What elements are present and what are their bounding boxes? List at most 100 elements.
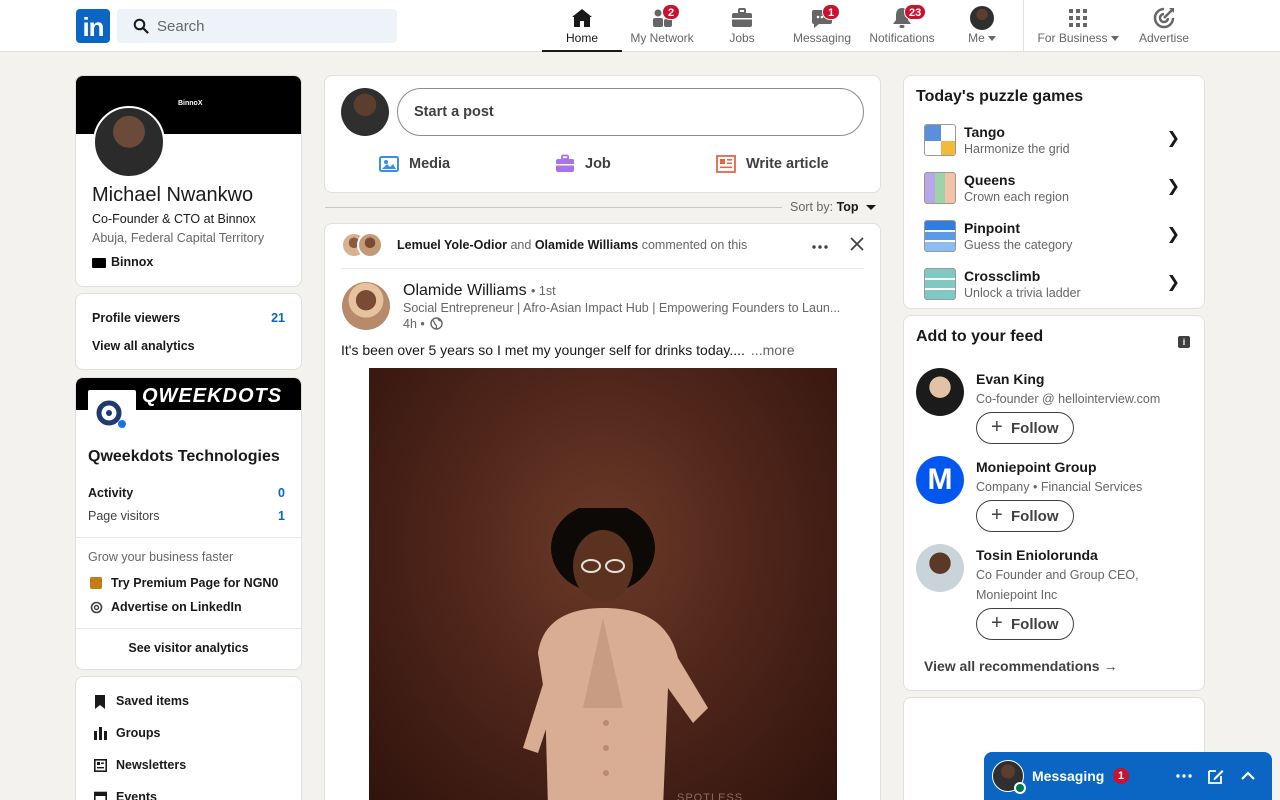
events-link[interactable]: Events: [116, 790, 157, 800]
post-composer: Start a post Media Job Write article: [324, 75, 881, 193]
context-person-a[interactable]: Lemuel Yole-Odior: [397, 238, 507, 252]
advertise-icon: [90, 601, 103, 614]
post-image[interactable]: SPOTLESS: [369, 368, 837, 800]
follow-moniepoint-button[interactable]: + Follow: [976, 500, 1074, 532]
follow-label: Follow: [1011, 615, 1059, 633]
profile-name[interactable]: Michael Nwankwo: [92, 184, 253, 207]
add-to-feed-title: Add to your feed: [916, 328, 1044, 345]
advertise-linkedin-link[interactable]: Advertise on LinkedIn: [111, 600, 242, 614]
nav-notifications-label: Notifications: [869, 31, 935, 45]
game-tango-name: Tango: [964, 124, 1005, 140]
rec-avatar-tosin[interactable]: [916, 544, 964, 592]
game-queens[interactable]: Queens Crown each region ❯: [916, 168, 1192, 212]
game-tango[interactable]: Tango Harmonize the grid ❯: [916, 120, 1192, 164]
qweekdots-logo-icon[interactable]: [88, 390, 136, 438]
profile-company-text: Binnox: [111, 255, 154, 269]
job-button[interactable]: Job: [555, 154, 675, 174]
rec-sub-moniepoint: Company • Financial Services: [976, 480, 1143, 494]
page-activity-label[interactable]: Activity: [88, 486, 133, 500]
messaging-overlay[interactable]: Messaging 1: [984, 752, 1272, 800]
chevron-up-icon[interactable]: [1238, 766, 1258, 786]
follow-tosin-button[interactable]: + Follow: [976, 608, 1074, 640]
info-icon[interactable]: i: [1178, 336, 1190, 348]
groups-icon: [94, 727, 107, 740]
profile-viewers-label[interactable]: Profile viewers: [92, 311, 180, 325]
rec-sub-evan-king: Co-founder @ hellointerview.com: [976, 392, 1161, 406]
game-crossclimb-name: Crossclimb: [964, 268, 1041, 284]
nav-notifications[interactable]: 23 Notifications: [862, 0, 942, 52]
profile-title: Co-Founder & CTO at Binnox: [92, 212, 256, 226]
more-options-icon[interactable]: [811, 238, 829, 256]
author-avatar[interactable]: [342, 282, 390, 330]
see-visitor-analytics-link[interactable]: See visitor analytics: [76, 641, 301, 655]
page-name[interactable]: Qweekdots Technologies: [88, 448, 280, 466]
linkedin-logo-icon[interactable]: in: [76, 9, 110, 43]
compose-icon[interactable]: [1206, 766, 1226, 786]
image-caption: SPOTLESS: [677, 792, 744, 800]
sort-divider: [325, 207, 782, 208]
nav-me[interactable]: Me: [942, 0, 1022, 52]
chevron-right-icon: ❯: [1166, 178, 1180, 195]
start-post-button[interactable]: Start a post: [397, 88, 864, 136]
view-analytics-link[interactable]: View all analytics: [92, 339, 195, 353]
nav-advertise[interactable]: Advertise: [1124, 0, 1204, 52]
company-logo-icon: [92, 257, 106, 268]
game-pinpoint[interactable]: Pinpoint Guess the category ❯: [916, 216, 1192, 260]
media-button[interactable]: Media: [379, 154, 519, 174]
chevron-down-icon: [866, 205, 877, 211]
context-avatar[interactable]: [357, 232, 383, 258]
nav-for-business-text: For Business: [1037, 31, 1108, 45]
context-person-b[interactable]: Olamide Williams: [535, 238, 638, 252]
sort-dropdown[interactable]: Sort by: Top: [790, 200, 877, 214]
nav-for-business[interactable]: For Business: [1032, 0, 1124, 52]
author-name[interactable]: Olamide Williams: [403, 282, 527, 299]
nav-messaging[interactable]: 1 Messaging: [782, 0, 862, 52]
write-article-button[interactable]: Write article: [716, 154, 866, 174]
rec-avatar-evan-king[interactable]: [916, 368, 964, 416]
context-suffix: commented on this: [641, 238, 748, 252]
search-box[interactable]: [117, 9, 397, 43]
close-icon[interactable]: [849, 236, 865, 252]
game-crossclimb-sub: Unlock a trivia ladder: [964, 286, 1081, 300]
follow-evan-king-button[interactable]: + Follow: [976, 412, 1074, 444]
profile-company[interactable]: Binnox: [92, 255, 153, 269]
follow-label: Follow: [1011, 419, 1059, 437]
puzzle-games-title: Today's puzzle games: [916, 88, 1084, 105]
rec-name-moniepoint[interactable]: Moniepoint Group: [976, 459, 1097, 475]
see-more-link[interactable]: ...more: [751, 342, 795, 358]
moniepoint-logo-icon[interactable]: M: [916, 456, 964, 504]
write-article-label: Write article: [746, 156, 829, 172]
globe-icon: [430, 317, 443, 330]
nav-my-network[interactable]: 2 My Network: [622, 0, 702, 52]
portrait-figure: [523, 508, 708, 800]
newsletters-link[interactable]: Newsletters: [116, 758, 186, 772]
more-options-icon[interactable]: [1174, 766, 1194, 786]
puzzle-games-card: Today's puzzle games Tango Harmonize the…: [903, 75, 1205, 309]
rec-name-evan-king[interactable]: Evan King: [976, 371, 1044, 387]
chevron-right-icon: ❯: [1166, 130, 1180, 147]
groups-link[interactable]: Groups: [116, 726, 160, 740]
composer-avatar[interactable]: [341, 88, 389, 136]
company-page-card: QWEEKDOTS Qweekdots Technologies Activit…: [75, 377, 302, 670]
search-input[interactable]: [157, 9, 387, 43]
view-all-recommendations-link[interactable]: View all recommendations →: [924, 658, 1117, 674]
rec-name-tosin[interactable]: Tosin Eniolorunda: [976, 547, 1098, 563]
job-label: Job: [585, 156, 611, 172]
game-crossclimb[interactable]: Crossclimb Unlock a trivia ladder ❯: [916, 264, 1192, 308]
premium-page-link[interactable]: Try Premium Page for NGN0: [111, 576, 278, 590]
saved-items-link[interactable]: Saved items: [116, 694, 189, 708]
me-avatar: [970, 6, 994, 30]
profile-card: BinnoX Michael Nwankwo Co-Founder & CTO …: [75, 75, 302, 287]
feed-post: Lemuel Yole-Odior and Olamide Williams c…: [324, 223, 881, 800]
nav-me-label: Me: [942, 31, 1022, 45]
page-visitors-label[interactable]: Page visitors: [88, 509, 160, 523]
page-activity-value: 0: [278, 486, 285, 500]
nav-home[interactable]: Home: [542, 0, 622, 52]
sort-value: Top: [836, 200, 859, 214]
profile-avatar[interactable]: [93, 106, 165, 178]
divider: [341, 268, 864, 269]
profile-location: Abuja, Federal Capital Territory: [92, 231, 265, 245]
profile-viewers-count[interactable]: 21: [271, 311, 285, 325]
nav-jobs[interactable]: Jobs: [702, 0, 782, 52]
nav-for-business-label: For Business: [1032, 31, 1124, 45]
